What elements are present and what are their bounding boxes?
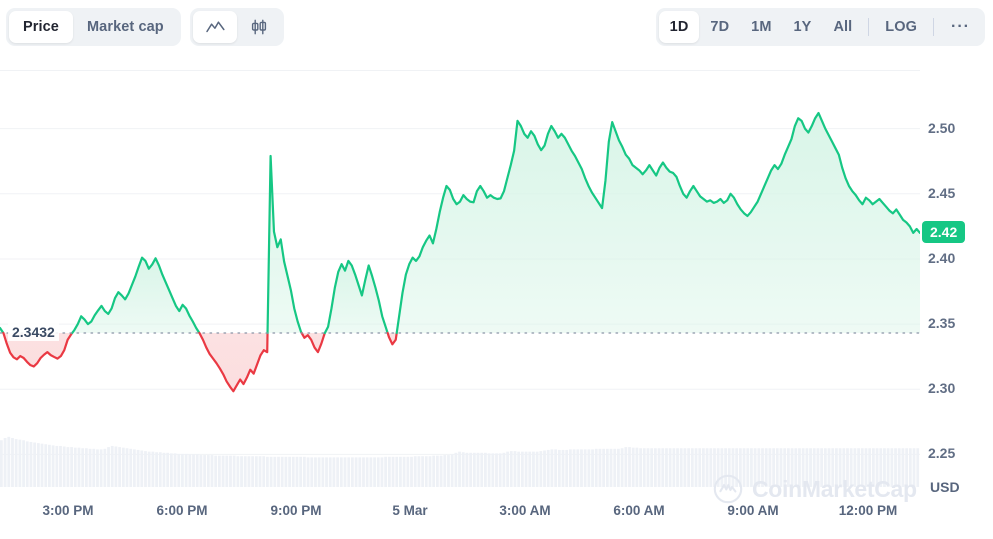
candlestick-chart-icon[interactable] [237, 11, 281, 43]
y-axis-tick: 2.50 [928, 119, 956, 136]
x-axis-tick: 6:00 AM [613, 503, 665, 518]
toolbar-divider-2 [933, 18, 935, 36]
currency-label: USD [930, 479, 960, 495]
log-scale-toggle[interactable]: LOG [874, 11, 928, 43]
x-axis-tick: 3:00 AM [499, 503, 551, 518]
x-axis-tick: 12:00 PM [838, 503, 898, 518]
y-axis-tick: 2.35 [928, 315, 956, 332]
y-axis-tick: 2.25 [928, 445, 956, 462]
line-chart-icon[interactable] [193, 11, 237, 43]
toolbar-divider-1 [868, 18, 870, 36]
y-axis-tick: 2.45 [928, 184, 956, 201]
x-axis-tick: 5 Mar [392, 503, 428, 518]
range-7d[interactable]: 7D [699, 11, 740, 43]
x-axis-tick: 6:00 PM [156, 503, 208, 518]
range-1d[interactable]: 1D [658, 11, 700, 43]
chart-toolbar: Price Market cap 1D 7D 1M 1Y All LOG ··· [0, 0, 993, 55]
price-chart-widget: Price Market cap 1D 7D 1M 1Y All LOG ···… [0, 0, 993, 539]
more-options-icon[interactable]: ··· [939, 11, 982, 43]
metric-tab-group: Price Market cap [6, 8, 181, 46]
x-axis-tick: 3:00 PM [42, 503, 94, 518]
x-axis-tick: 9:00 AM [727, 503, 779, 518]
tab-price[interactable]: Price [9, 11, 73, 43]
y-axis: USD 2.50 2.45 2.40 2.35 2.30 2.25 2.42 [920, 55, 993, 539]
chart-type-group [190, 8, 284, 46]
price-series-svg [0, 70, 922, 487]
open-price-label: 2.3432 [8, 322, 59, 341]
plot-area[interactable] [0, 70, 922, 487]
y-axis-tick: 2.40 [928, 249, 956, 266]
y-axis-tick: 2.30 [928, 380, 956, 397]
tab-market-cap[interactable]: Market cap [73, 11, 178, 43]
range-all[interactable]: All [822, 11, 863, 43]
current-price-badge: 2.42 [922, 220, 966, 243]
range-1m[interactable]: 1M [740, 11, 782, 43]
x-axis-tick: 9:00 PM [270, 503, 322, 518]
range-1y[interactable]: 1Y [783, 11, 823, 43]
chart-canvas-area: 2.3432 CoinMarketCap USD 2.50 2.45 2.40 2.3… [0, 55, 993, 539]
range-selector-group: 1D 7D 1M 1Y All LOG ··· [655, 8, 985, 46]
